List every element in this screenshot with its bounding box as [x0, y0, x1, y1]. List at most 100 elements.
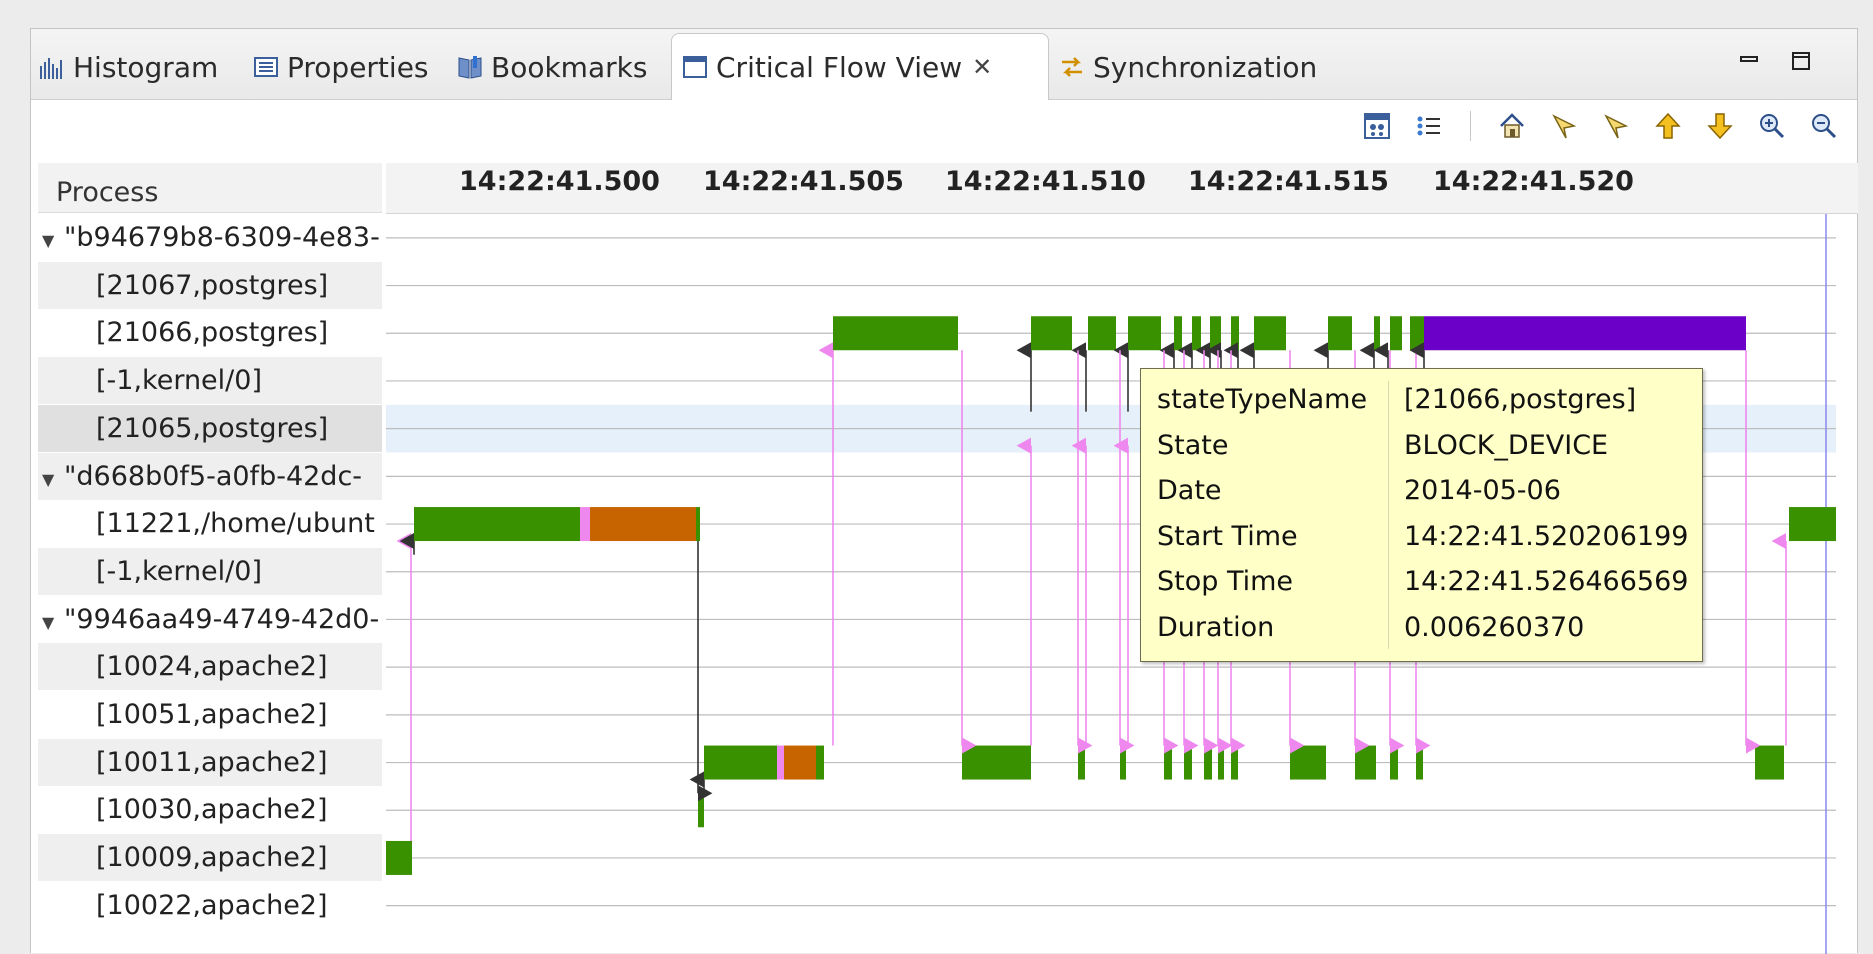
tree-row-label: "b94679b8-6309-4e83-	[64, 222, 380, 253]
tree-row-label: [21067,postgres]	[96, 269, 329, 301]
tooltip-value: [21066,postgres]	[1404, 384, 1637, 415]
tab-histogram[interactable]: Histogram	[39, 35, 218, 99]
tab-synchronization[interactable]: Synchronization	[1059, 35, 1317, 99]
tree-row-label: [10011,apache2]	[96, 746, 328, 778]
tooltip-key: stateTypeName	[1157, 384, 1368, 415]
state-segment	[1078, 745, 1085, 780]
toolbar-separator	[1470, 111, 1471, 141]
tooltip-value: 0.006260370	[1404, 611, 1585, 643]
tooltip-value: 2014-05-06	[1404, 475, 1561, 506]
expand-arrow-icon[interactable]: ▼	[42, 599, 64, 643]
state-tooltip: stateTypeName [21066,postgres] State BLOCK_…	[1140, 368, 1703, 662]
expand-arrow-icon[interactable]: ▼	[42, 217, 64, 261]
state-segment	[1204, 745, 1212, 780]
tree-row[interactable]: [10030,apache2]	[38, 786, 382, 833]
state-segment	[1031, 316, 1072, 351]
previous-item-icon[interactable]	[1653, 111, 1683, 141]
state-segment	[1218, 745, 1224, 780]
tooltip-key: State	[1157, 429, 1229, 461]
zoom-out-icon[interactable]	[1809, 111, 1839, 141]
next-event-icon[interactable]	[1601, 111, 1631, 141]
tree-row[interactable]: [11221,/home/ubunt	[38, 500, 382, 547]
state-segment	[1390, 745, 1398, 780]
bookmarks-icon	[457, 54, 483, 80]
state-segment	[1128, 316, 1161, 351]
tree-row[interactable]: [10009,apache2]	[38, 834, 382, 882]
tree-row-label: [21066,postgres]	[96, 317, 329, 349]
state-segment	[1210, 316, 1221, 351]
tab-critical-flow-view[interactable]: Critical Flow View ✕	[671, 33, 1049, 100]
state-segment	[1410, 316, 1424, 351]
tooltip-key: Stop Time	[1157, 566, 1294, 597]
tree-group-row[interactable]: ▼ "d668b0f5-a0fb-42dc-	[38, 452, 382, 500]
tab-bookmarks[interactable]: Bookmarks	[457, 35, 647, 99]
tree-row-label: [11221,/home/ubunt	[96, 508, 375, 540]
state-segment	[784, 745, 816, 780]
tab-properties[interactable]: Properties	[253, 35, 429, 99]
tree-row[interactable]: [21066,postgres]	[38, 309, 382, 356]
tooltip-key: Duration	[1157, 611, 1275, 643]
state-segment	[1328, 316, 1352, 351]
state-segment	[833, 316, 958, 351]
state-segment	[1390, 316, 1402, 351]
minimize-button[interactable]	[1739, 51, 1761, 71]
tooltip-value: 14:22:41.520206199	[1404, 520, 1689, 552]
state-segment	[698, 793, 704, 828]
time-tick-label: 14:22:41.520	[1433, 166, 1634, 197]
tree-row[interactable]: [-1,kernel/0]	[38, 357, 382, 405]
tree-row[interactable]: [10024,apache2]	[38, 643, 382, 691]
state-segment	[1789, 507, 1836, 542]
state-segment	[1231, 316, 1239, 351]
tree-row-label: [10051,apache2]	[96, 699, 328, 730]
tooltip-value: 14:22:41.526466569	[1404, 566, 1689, 597]
tab-bar: Histogram Properties Bookmarks Critical …	[31, 29, 1857, 100]
synchronization-icon	[1059, 54, 1085, 80]
tab-label: Synchronization	[1093, 50, 1318, 84]
state-segment	[1416, 745, 1423, 780]
close-icon[interactable]: ✕	[972, 53, 992, 81]
tree-row-label: "d668b0f5-a0fb-42dc-	[64, 460, 363, 492]
state-segment	[777, 745, 784, 780]
zoom-in-icon[interactable]	[1757, 111, 1787, 141]
state-segment	[704, 745, 777, 780]
legend-icon[interactable]	[1362, 111, 1392, 141]
view-toolbar	[1362, 111, 1839, 141]
home-icon[interactable]	[1497, 111, 1527, 141]
tree-row[interactable]: [10011,apache2]	[38, 738, 382, 786]
tree-row[interactable]: [-1,kernel/0]	[38, 547, 382, 595]
expand-arrow-icon[interactable]: ▼	[42, 456, 64, 500]
state-segment	[1290, 745, 1326, 780]
tab-label: Bookmarks	[491, 50, 648, 84]
details-icon[interactable]	[1414, 111, 1444, 141]
tooltip-divider	[1388, 381, 1389, 649]
state-segment	[1184, 745, 1192, 780]
state-segment	[1231, 745, 1238, 780]
previous-event-icon[interactable]	[1549, 111, 1579, 141]
tree-row[interactable]: [10022,apache2]	[38, 882, 382, 929]
tree-row[interactable]: [21065,postgres]	[38, 404, 382, 452]
maximize-button[interactable]	[1791, 51, 1813, 71]
tree-row-label: [10009,apache2]	[96, 842, 328, 874]
tree-row[interactable]: [21067,postgres]	[38, 261, 382, 309]
tree-row-label: [10022,apache2]	[96, 889, 328, 921]
tree-row-label: "9946aa49-4749-42d0-	[64, 603, 380, 635]
tree-row-label: [-1,kernel/0]	[96, 555, 262, 587]
tree-row-label: [-1,kernel/0]	[96, 365, 262, 397]
process-column-header[interactable]: Process	[38, 163, 382, 213]
properties-icon	[253, 54, 279, 80]
tree-group-row[interactable]: ▼ "9946aa49-4749-42d0-	[38, 596, 382, 643]
tab-label: Histogram	[73, 50, 219, 84]
tooltip-key: Start Time	[1157, 520, 1298, 552]
state-segment	[962, 745, 1031, 780]
tooltip-key: Date	[1157, 475, 1222, 506]
state-segment	[1374, 316, 1380, 351]
state-segment	[1120, 745, 1126, 780]
state-segment	[1174, 316, 1182, 351]
tree-group-row[interactable]: ▼ "b94679b8-6309-4e83-	[38, 214, 382, 261]
state-segment	[696, 507, 700, 542]
next-item-icon[interactable]	[1705, 111, 1735, 141]
tree-row[interactable]: [10051,apache2]	[38, 691, 382, 738]
tree-row-label: [10030,apache2]	[96, 794, 328, 826]
state-segment	[1424, 316, 1746, 351]
time-tick-label: 14:22:41.505	[703, 166, 904, 197]
